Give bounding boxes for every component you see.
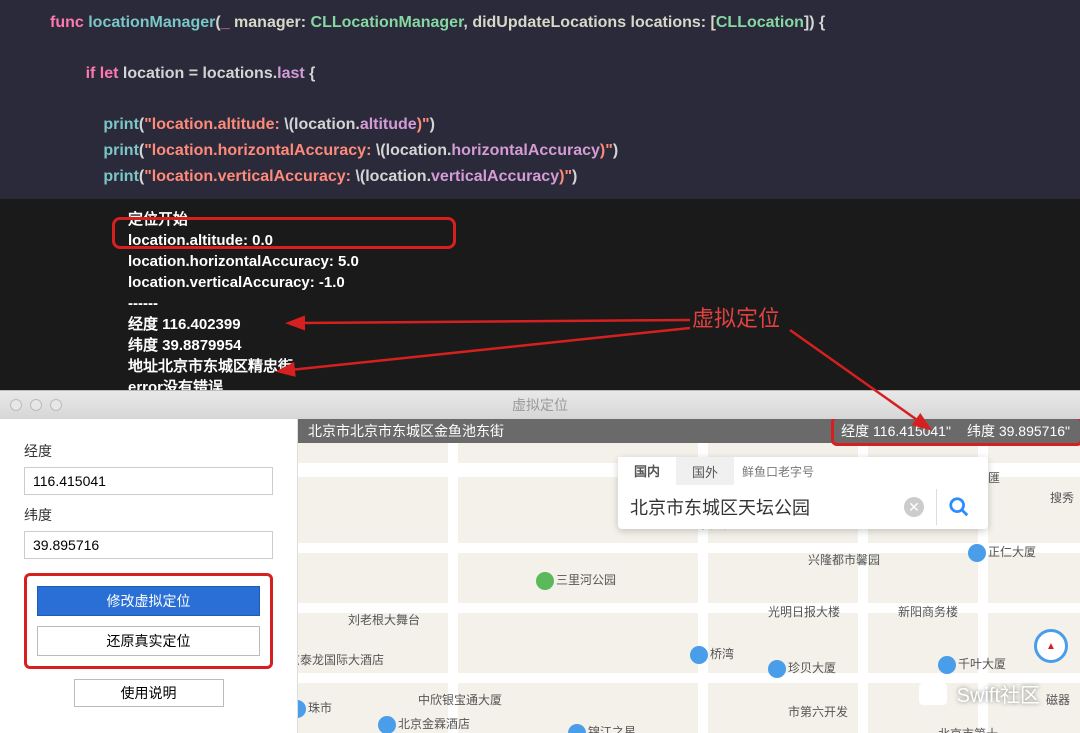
addrbar-longitude: 经度 116.415041": [841, 421, 951, 441]
code-editor: func locationManager(_ manager: CLLocati…: [0, 0, 1080, 199]
address-text: 北京市北京市东城区金鱼池东街: [308, 421, 504, 441]
address-bar: 北京市北京市东城区金鱼池东街 经度 116.415041" 纬度 39.8957…: [298, 419, 1080, 443]
poi-label: 北京市第十一: [938, 725, 1010, 733]
poi-label: 京泰龙国际大酒店: [298, 651, 384, 668]
watermark-text: Swift社区: [957, 679, 1040, 708]
tab-overseas[interactable]: 国外: [676, 457, 734, 485]
poi-label: 搜秀: [1050, 489, 1074, 506]
latitude-input[interactable]: [24, 531, 273, 559]
poi-label: 刘老根大舞台: [348, 611, 420, 628]
sidebar: 经度 纬度 修改虚拟定位 还原真实定位 使用说明: [0, 419, 298, 733]
poi-label: 新阳商务楼: [898, 603, 958, 620]
poi-label: 三里河公园: [536, 571, 616, 590]
longitude-input[interactable]: [24, 467, 273, 495]
annotation-virtual-location: 虚拟定位: [692, 304, 780, 335]
console-line: location.verticalAccuracy: -1.0: [128, 272, 1080, 293]
console-line: location.altitude: 0.0: [128, 230, 1080, 251]
traffic-lights[interactable]: [10, 399, 62, 411]
console-output: 虚拟定位 定位开始 location.altitude: 0.0 locatio…: [0, 199, 1080, 408]
poi-label: 兴隆都市馨园: [808, 551, 880, 568]
code-blank: [50, 87, 1030, 113]
wechat-icon: [919, 683, 947, 705]
poi-label: 磁器: [1046, 691, 1070, 708]
tab-domestic[interactable]: 国内: [618, 457, 676, 485]
longitude-label: 经度: [24, 441, 273, 461]
poi-label: 光明日报大楼: [768, 603, 840, 620]
map-search-box: 国内 国外 鲜鱼口老字号 ✕: [618, 457, 988, 529]
addrbar-latitude: 纬度 39.895716": [967, 421, 1070, 441]
console-line: 地址北京市东城区精忠街: [128, 356, 1080, 377]
poi-label: 桥湾: [690, 645, 734, 664]
latitude-label: 纬度: [24, 505, 273, 525]
code-line-3: print("location.altitude: \(location.alt…: [50, 112, 1030, 138]
code-line-4: print("location.horizontalAccuracy: \(lo…: [50, 138, 1030, 164]
clear-icon[interactable]: ✕: [904, 497, 924, 517]
poi-label: 北京金霖酒店: [378, 715, 470, 733]
instructions-button[interactable]: 使用说明: [74, 679, 224, 707]
search-icon[interactable]: [936, 489, 980, 525]
watermark: Swift社区: [919, 679, 1040, 708]
map-search-input[interactable]: [626, 493, 904, 522]
poi-label: 锦江之星: [568, 723, 636, 733]
restore-real-location-button[interactable]: 还原真实定位: [37, 626, 260, 656]
poi-label: 珍贝大厦: [768, 659, 836, 678]
titlebar[interactable]: 虚拟定位: [0, 391, 1080, 419]
window-title: 虚拟定位: [512, 395, 568, 415]
zoom-icon[interactable]: [50, 399, 62, 411]
poi-label: 市第六开发: [788, 703, 848, 720]
code-line-2: if let location = locations.last {: [50, 61, 1030, 87]
close-icon[interactable]: [10, 399, 22, 411]
console-line: 经度 116.402399: [128, 314, 1080, 335]
poi-label: 正仁大厦: [968, 543, 1036, 562]
code-blank: [50, 36, 1030, 62]
modify-virtual-location-button[interactable]: 修改虚拟定位: [37, 586, 260, 616]
code-line-5: print("location.verticalAccuracy: \(loca…: [50, 164, 1030, 190]
console-line: location.horizontalAccuracy: 5.0: [128, 251, 1080, 272]
code-line-1: func locationManager(_ manager: CLLocati…: [50, 10, 1030, 36]
highlight-box-buttons: 修改虚拟定位 还原真实定位: [24, 573, 273, 669]
compass-icon[interactable]: ▲: [1034, 629, 1068, 663]
console-line: ------: [128, 293, 1080, 314]
console-line: 纬度 39.8879954: [128, 335, 1080, 356]
console-line: 定位开始: [128, 209, 1080, 230]
poi-label: 珠市: [298, 699, 332, 718]
poi-label: 千叶大厦: [938, 655, 1006, 674]
minimize-icon[interactable]: [30, 399, 42, 411]
search-sublabel: 鲜鱼口老字号: [734, 457, 822, 485]
poi-label: 中欣银宝通大厦: [418, 691, 502, 708]
